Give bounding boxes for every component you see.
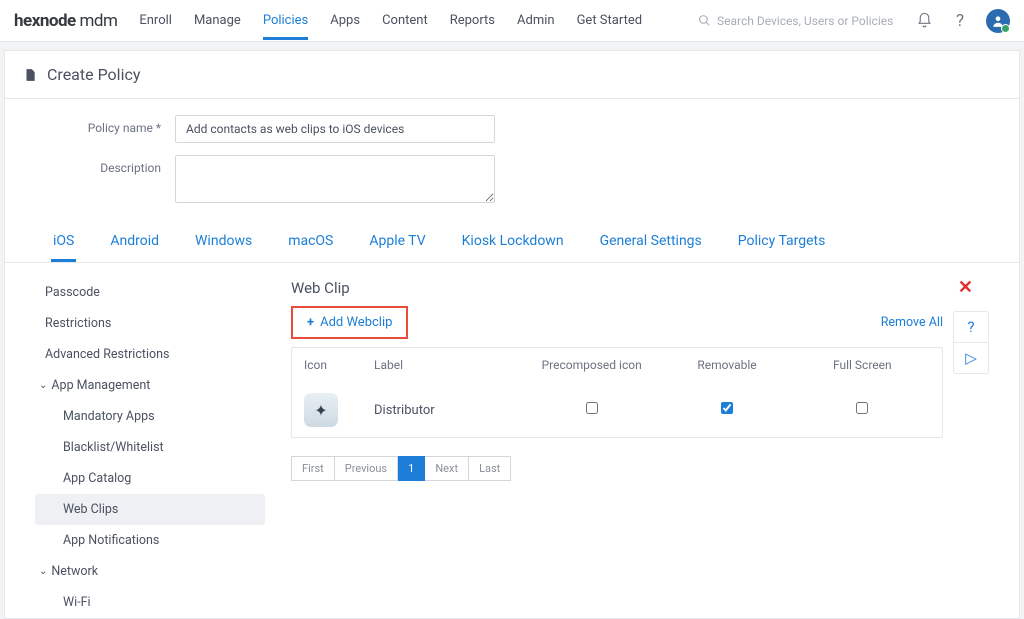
chevron-down-icon: ⌄: [39, 566, 47, 577]
user-avatar[interactable]: [986, 9, 1010, 33]
chevron-down-icon: ⌄: [39, 380, 47, 391]
pager-previous[interactable]: Previous: [335, 456, 398, 481]
row-label: Distributor: [374, 403, 524, 418]
document-icon: [23, 67, 37, 83]
sidebar-item-wifi[interactable]: Wi-Fi: [35, 587, 265, 618]
search-icon: [698, 14, 711, 27]
platform-tab-apple-tv[interactable]: Apple TV: [367, 223, 427, 262]
platform-tabs: iOS Android Windows macOS Apple TV Kiosk Lock…: [5, 219, 1019, 263]
policy-name-input[interactable]: [175, 115, 495, 143]
topnav-item-manage[interactable]: Manage: [194, 2, 241, 40]
brand-logo: hexnode mdm: [14, 11, 117, 31]
webclip-app-icon: ✦: [304, 393, 338, 427]
close-icon[interactable]: ✕: [958, 277, 977, 298]
global-search[interactable]: Search Devices, Users or Policies: [698, 14, 898, 28]
topnav-item-reports[interactable]: Reports: [450, 2, 495, 40]
sidebar-item-web-clips[interactable]: Web Clips: [35, 494, 265, 525]
platform-tab-kiosk-lockdown[interactable]: Kiosk Lockdown: [460, 223, 566, 262]
pager-1[interactable]: 1: [398, 456, 425, 481]
platform-tab-general-settings[interactable]: General Settings: [598, 223, 704, 262]
remove-all-link[interactable]: Remove All: [881, 315, 943, 330]
col-fullscreen-header: Full Screen: [795, 358, 930, 372]
sidebar-group-app-management[interactable]: ⌄ App Management: [35, 370, 265, 401]
play-icon[interactable]: ▷: [954, 342, 988, 373]
sidebar-item-passcode[interactable]: Passcode: [35, 277, 265, 308]
plus-icon: +: [307, 315, 314, 330]
panel-title: Web Clip: [291, 279, 350, 297]
sidebar-item-advanced-restrictions[interactable]: Advanced Restrictions: [35, 339, 265, 370]
col-label-header: Label: [374, 358, 524, 372]
platform-tab-android[interactable]: Android: [108, 223, 161, 262]
pagination: FirstPrevious1NextLast: [291, 456, 989, 481]
search-placeholder: Search Devices, Users or Policies: [717, 14, 893, 28]
helper-column: ? ▷: [953, 311, 989, 374]
platform-tab-windows[interactable]: Windows: [193, 223, 254, 262]
col-removable-header: Removable: [659, 358, 794, 372]
sidebar-item-restrictions[interactable]: Restrictions: [35, 308, 265, 339]
pager-last[interactable]: Last: [469, 456, 511, 481]
fullscreen-checkbox[interactable]: [856, 402, 868, 414]
precomposed-checkbox[interactable]: [586, 402, 598, 414]
notifications-icon[interactable]: [914, 11, 934, 31]
topnav-item-get-started[interactable]: Get Started: [577, 2, 642, 40]
policy-name-label: Policy name *: [5, 115, 175, 135]
table-row: ✦ Distributor: [292, 382, 942, 437]
topnav-item-admin[interactable]: Admin: [517, 2, 555, 40]
platform-tab-policy-targets[interactable]: Policy Targets: [736, 223, 828, 262]
help-icon[interactable]: ?: [950, 11, 970, 31]
sidebar-item-app-catalog[interactable]: App Catalog: [35, 463, 265, 494]
page-title: Create Policy: [47, 65, 140, 84]
topnav-item-enroll[interactable]: Enroll: [139, 2, 172, 40]
top-nav: Enroll Manage Policies Apps Content Reports Ad…: [139, 2, 698, 40]
sidebar-item-mandatory-apps[interactable]: Mandatory Apps: [35, 401, 265, 432]
description-input[interactable]: [175, 155, 495, 203]
platform-tab-ios[interactable]: iOS: [51, 223, 76, 262]
help-icon[interactable]: ?: [954, 312, 988, 342]
topnav-item-policies[interactable]: Policies: [263, 2, 308, 40]
settings-sidebar: Passcode Restrictions Advanced Restricti…: [35, 277, 265, 618]
pager-next[interactable]: Next: [425, 456, 469, 481]
webclip-table: Icon Label Precomposed icon Removable Fu…: [291, 347, 943, 438]
sidebar-group-network[interactable]: ⌄ Network: [35, 556, 265, 587]
col-icon-header: Icon: [304, 358, 374, 372]
topnav-item-content[interactable]: Content: [382, 2, 428, 40]
topnav-item-apps[interactable]: Apps: [330, 2, 360, 40]
col-precomposed-header: Precomposed icon: [524, 358, 659, 372]
sidebar-item-app-notifications[interactable]: App Notifications: [35, 525, 265, 556]
removable-checkbox[interactable]: [721, 402, 733, 414]
pager-first[interactable]: First: [291, 456, 335, 481]
add-webclip-button[interactable]: + Add Webclip: [291, 306, 408, 339]
platform-tab-macos[interactable]: macOS: [286, 223, 335, 262]
sidebar-item-blacklist-whitelist[interactable]: Blacklist/Whitelist: [35, 432, 265, 463]
description-label: Description: [5, 155, 175, 175]
